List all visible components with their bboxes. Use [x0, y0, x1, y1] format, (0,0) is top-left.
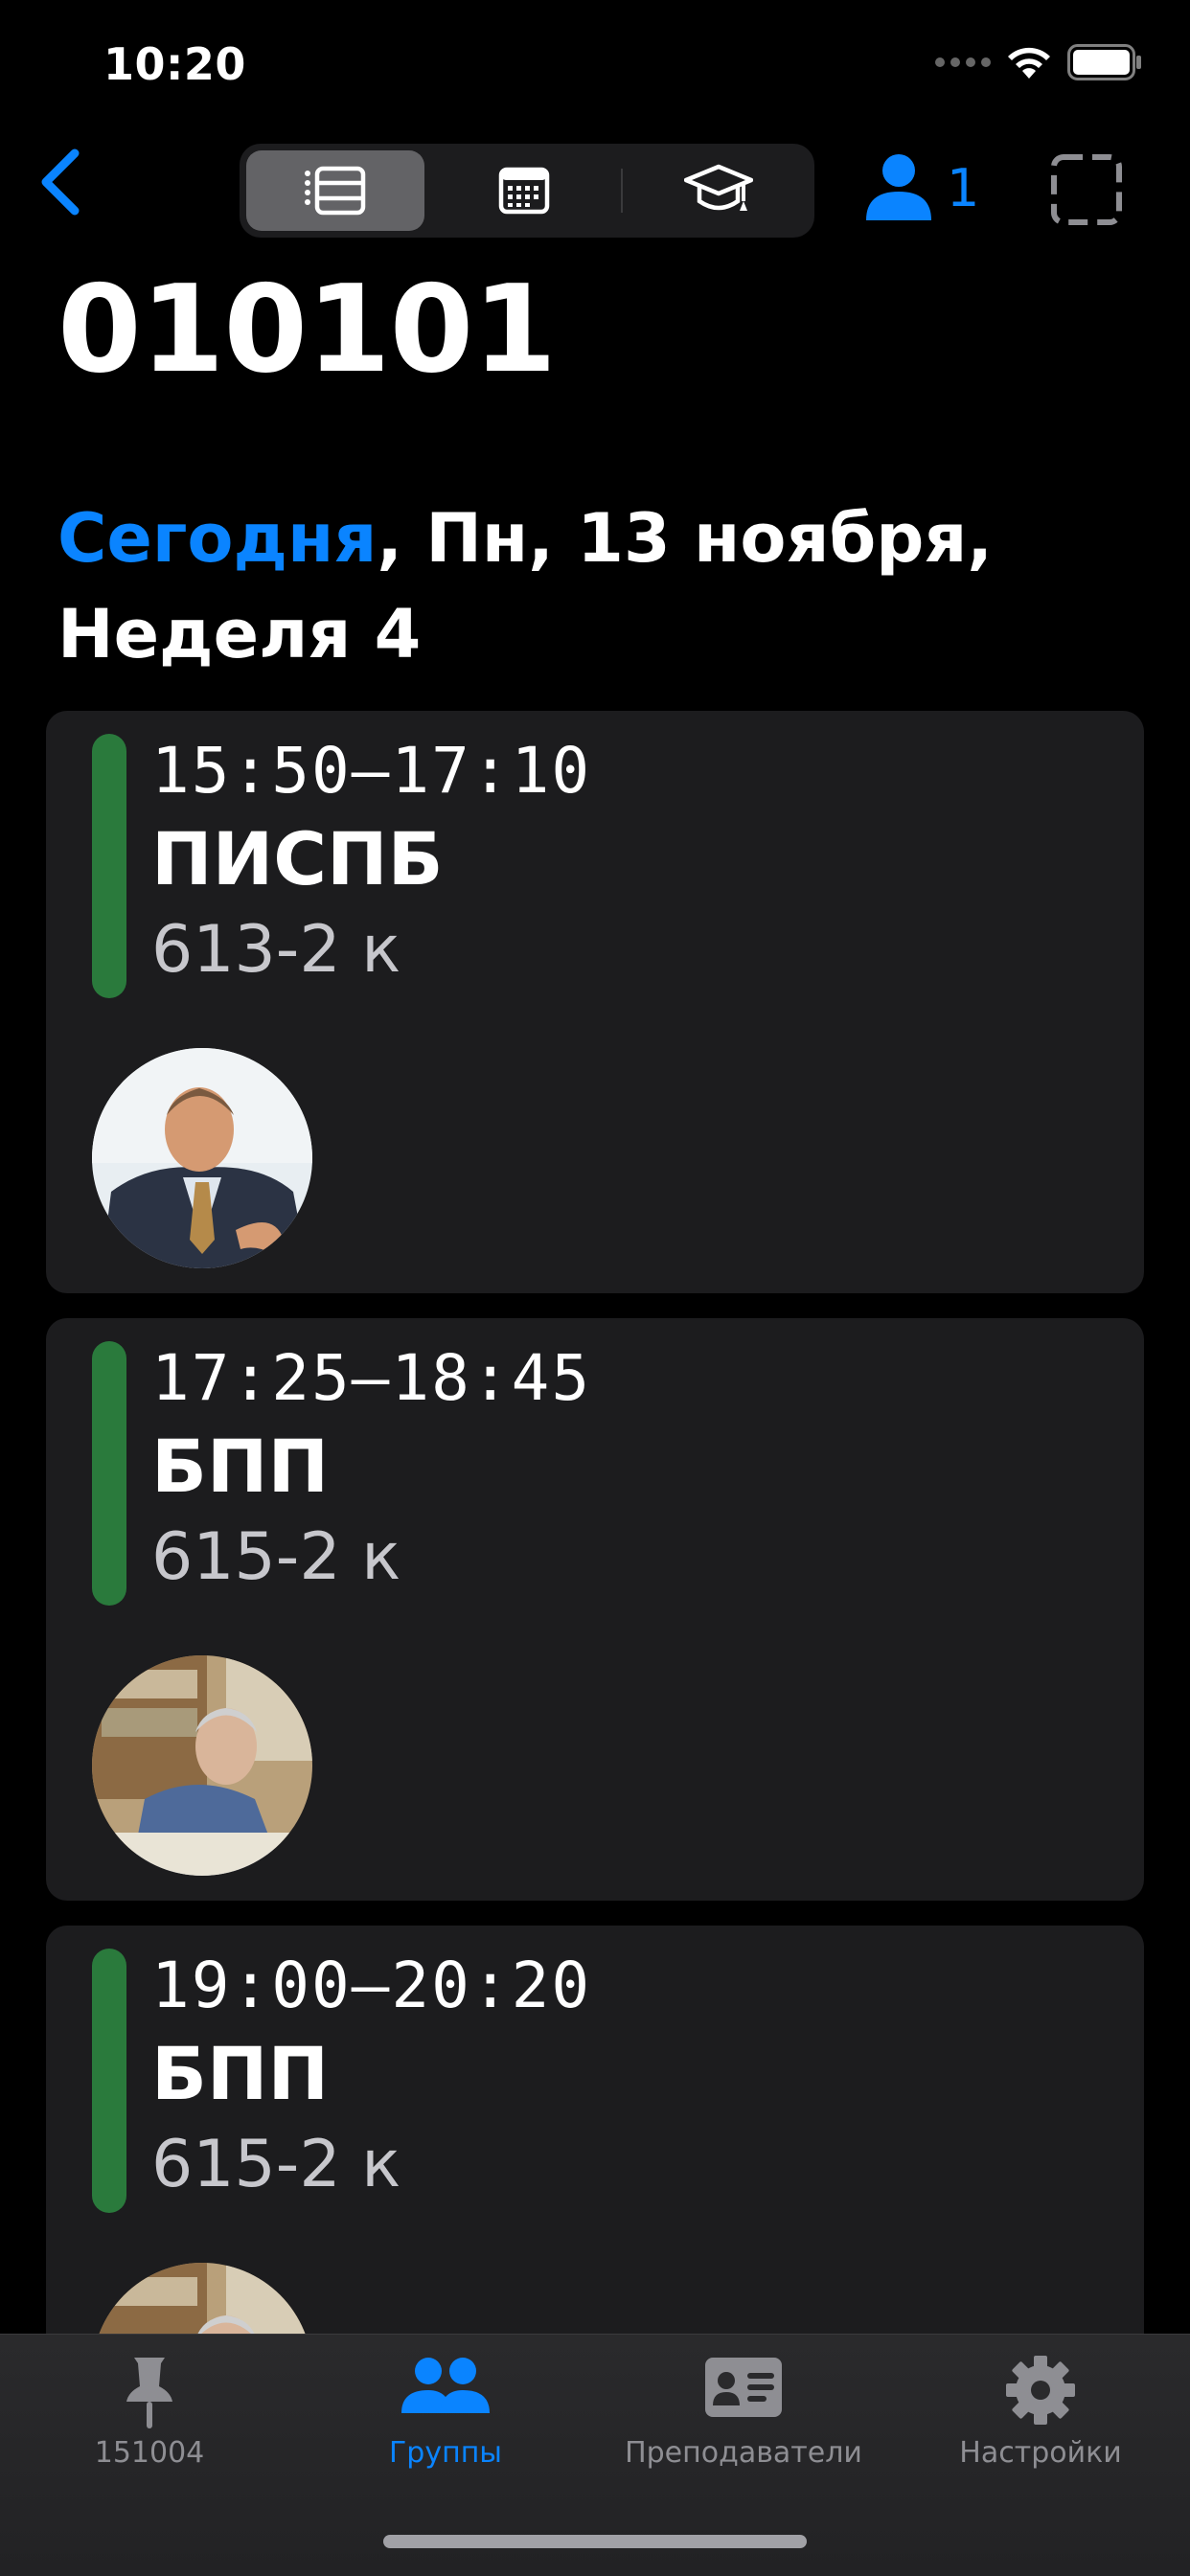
persons-count: 1 [947, 157, 980, 218]
teacher-avatar[interactable] [92, 1655, 312, 1876]
gear-icon [1006, 2356, 1075, 2425]
tab-pinned-group[interactable]: 151004 [6, 2354, 293, 2470]
back-button[interactable] [34, 144, 92, 220]
date-text: , Пн, 13 ноября, [377, 499, 993, 578]
chevron-left-icon [41, 148, 80, 216]
lesson-subject: БПП [151, 2031, 330, 2116]
view-mode-segmented-control[interactable] [240, 144, 814, 238]
page-title: 010101 [57, 259, 557, 399]
pin-icon [126, 2358, 172, 2428]
lesson-card[interactable]: 15:50–17:10 ПИСПБ 613-2 к [46, 711, 1144, 1293]
tab-teachers[interactable]: Преподаватели [600, 2354, 887, 2470]
graduation-cap-icon [684, 164, 753, 211]
cellular-signal-icon [935, 57, 991, 67]
calendar-icon [498, 167, 550, 215]
home-indicator [383, 2535, 807, 2548]
segment-list-view[interactable] [246, 150, 424, 231]
wifi-icon [1008, 47, 1050, 79]
lesson-subject: ПИСПБ [151, 816, 444, 901]
battery-icon [1067, 44, 1141, 80]
select-button[interactable] [1050, 153, 1123, 226]
teacher-avatar[interactable] [92, 1048, 312, 1268]
tab-label: 151004 [94, 2436, 205, 2470]
segment-calendar-view[interactable] [435, 150, 613, 231]
lesson-subject: БПП [151, 1424, 330, 1509]
lesson-color-bar [92, 1341, 126, 1606]
date-heading: Сегодня, Пн, 13 ноября, Неделя 4 [57, 490, 1150, 682]
lesson-time: 19:00–20:20 [151, 1949, 592, 2022]
tab-groups[interactable]: Группы [302, 2354, 589, 2470]
status-time: 10:20 [103, 38, 246, 90]
lesson-time: 17:25–18:45 [151, 1341, 592, 1415]
tab-settings[interactable]: Настройки [897, 2354, 1184, 2470]
teacher-photo [92, 1655, 312, 1876]
lesson-room: 613-2 к [151, 912, 401, 988]
tab-label: Настройки [959, 2436, 1122, 2470]
segment-exams-view[interactable] [629, 150, 808, 231]
lesson-room: 615-2 к [151, 1519, 401, 1595]
contact-card-icon [705, 2358, 782, 2417]
week-label: Неделя 4 [57, 595, 422, 673]
today-label[interactable]: Сегодня [57, 499, 377, 578]
people-icon [401, 2358, 490, 2413]
teacher-photo [92, 1048, 312, 1268]
dashed-square-icon [1051, 154, 1122, 225]
persons-button[interactable]: 1 [862, 151, 979, 224]
tab-label: Группы [388, 2436, 502, 2470]
tab-label: Преподаватели [625, 2436, 862, 2470]
lesson-card[interactable]: 17:25–18:45 БПП 615-2 к [46, 1318, 1144, 1901]
lesson-room: 615-2 к [151, 2127, 401, 2202]
lesson-color-bar [92, 1949, 126, 2213]
person-icon [866, 154, 931, 220]
list-icon [305, 166, 366, 216]
segment-divider [621, 169, 623, 213]
lesson-color-bar [92, 734, 126, 998]
lesson-time: 15:50–17:10 [151, 734, 592, 808]
status-icons [935, 44, 1142, 80]
